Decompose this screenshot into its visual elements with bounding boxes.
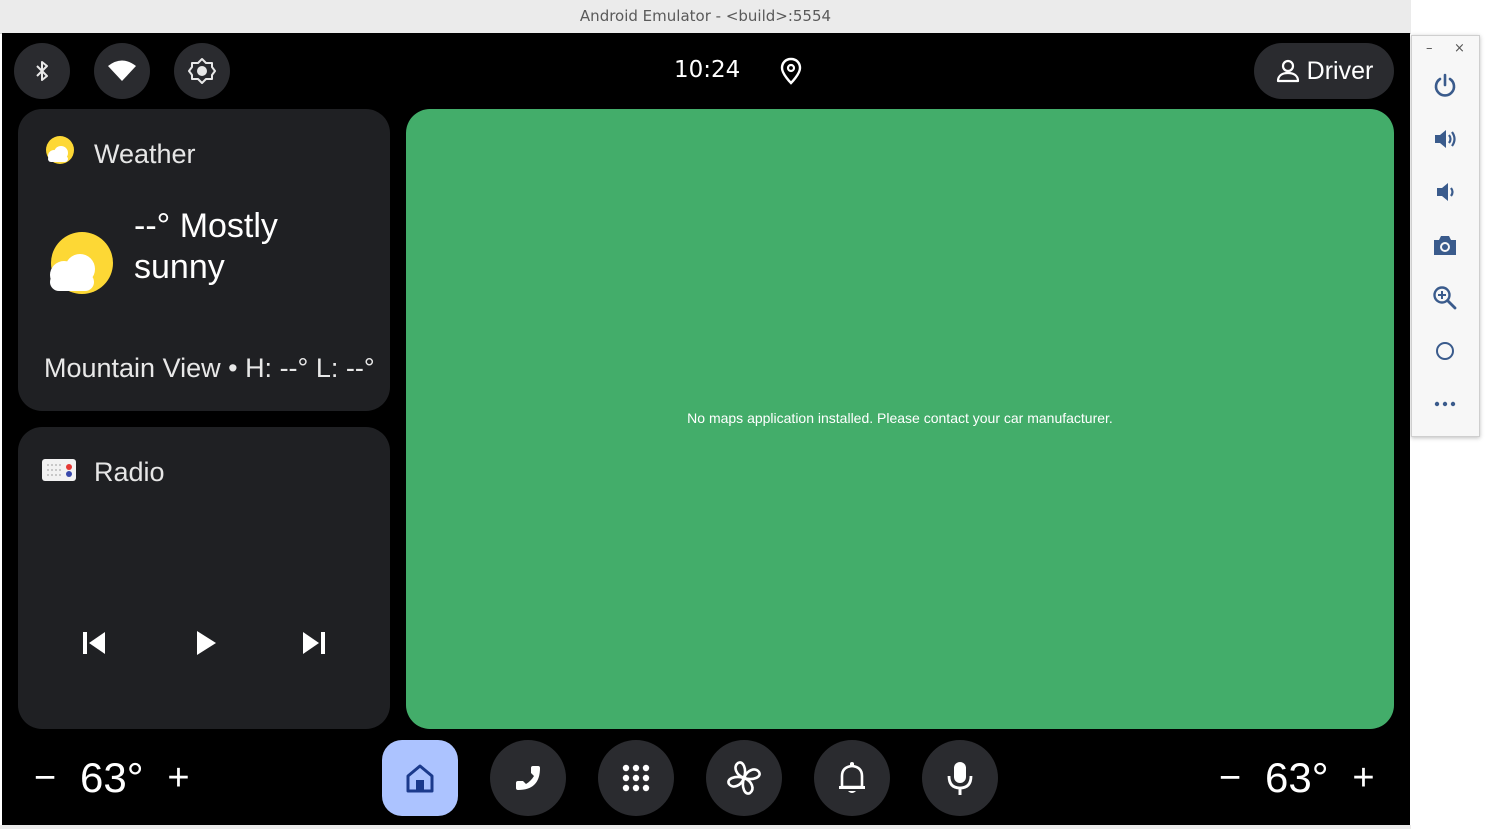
weather-card[interactable]: Weather --° Mostly sunny Mountain View •… xyxy=(18,109,390,411)
bluetooth-icon xyxy=(36,61,48,81)
temp-left-value: 63° xyxy=(80,754,144,801)
notifications-button[interactable] xyxy=(814,740,890,816)
next-button[interactable] xyxy=(294,625,334,661)
radio-card[interactable]: Radio xyxy=(18,427,390,729)
wifi-icon xyxy=(108,60,136,81)
temp-decrease-left-button[interactable]: − xyxy=(28,757,62,800)
temp-increase-right-button[interactable]: + xyxy=(1347,757,1381,800)
radio-title: Radio xyxy=(94,457,165,487)
power-icon xyxy=(1434,73,1456,97)
location-icon xyxy=(780,57,802,89)
profile-button[interactable]: Driver xyxy=(1254,43,1394,99)
volume-down-icon xyxy=(1437,183,1454,201)
home-circle-icon xyxy=(1436,342,1454,360)
bell-icon xyxy=(839,762,865,793)
hvac-left: − 63° + xyxy=(28,753,196,803)
phone-button[interactable] xyxy=(490,740,566,816)
person-icon xyxy=(1276,59,1299,83)
window-titlebar: Android Emulator - <build>:5554 xyxy=(0,0,1411,34)
previous-button[interactable] xyxy=(74,625,114,661)
panel-minimize-button[interactable]: – xyxy=(1426,41,1433,56)
emulator-control-panel: – × xyxy=(1411,35,1480,437)
more-icon xyxy=(1434,401,1456,407)
power-button[interactable] xyxy=(1431,72,1459,100)
fan-icon xyxy=(727,761,761,795)
camera-icon xyxy=(1434,236,1456,255)
weather-large-icon xyxy=(44,231,114,301)
weather-title: Weather xyxy=(94,139,196,169)
temp-right-value: 63° xyxy=(1265,754,1329,801)
brightness-button[interactable] xyxy=(174,43,230,99)
app-grid-button[interactable] xyxy=(598,740,674,816)
volume-up-button[interactable] xyxy=(1431,125,1459,153)
hvac-right: − 63° + xyxy=(1213,753,1381,803)
play-button[interactable] xyxy=(186,625,226,661)
hvac-fan-button[interactable] xyxy=(706,740,782,816)
temp-decrease-right-button[interactable]: − xyxy=(1213,757,1247,800)
panel-close-button[interactable]: × xyxy=(1454,41,1465,56)
home-icon xyxy=(406,764,434,793)
zoom-button[interactable] xyxy=(1431,284,1459,312)
wifi-button[interactable] xyxy=(94,43,150,99)
window-bottom-border xyxy=(0,825,1411,829)
skip-next-icon xyxy=(303,632,325,654)
phone-icon xyxy=(516,766,540,790)
bluetooth-button[interactable] xyxy=(14,43,70,99)
clock: 10:24 xyxy=(674,57,741,83)
app-grid-icon xyxy=(622,764,650,792)
weather-location-line: Mountain View • H: --° L: --° xyxy=(44,353,375,383)
play-icon xyxy=(197,631,216,655)
mic-icon xyxy=(947,762,973,795)
volume-down-button[interactable] xyxy=(1431,178,1459,206)
temp-increase-left-button[interactable]: + xyxy=(162,757,196,800)
home-button[interactable] xyxy=(382,740,458,816)
emulator-screen: 10:24 Driver Weather --° Mostly sunny Mo… xyxy=(2,33,1410,825)
weather-small-icon xyxy=(42,135,76,173)
volume-up-icon xyxy=(1435,130,1456,148)
window-title: Android Emulator - <build>:5554 xyxy=(579,7,832,25)
profile-label: Driver xyxy=(1306,56,1374,85)
brightness-icon xyxy=(188,58,216,84)
voice-assistant-button[interactable] xyxy=(922,740,998,816)
screenshot-button[interactable] xyxy=(1431,231,1459,259)
more-button[interactable] xyxy=(1431,390,1459,418)
weather-condition: --° Mostly sunny xyxy=(134,207,278,286)
radio-icon xyxy=(42,457,76,487)
skip-previous-icon xyxy=(83,632,105,654)
home-circle-button[interactable] xyxy=(1431,337,1459,365)
map-message: No maps application installed. Please co… xyxy=(687,410,1113,426)
zoom-icon xyxy=(1433,286,1457,310)
map-area[interactable]: No maps application installed. Please co… xyxy=(406,109,1394,729)
